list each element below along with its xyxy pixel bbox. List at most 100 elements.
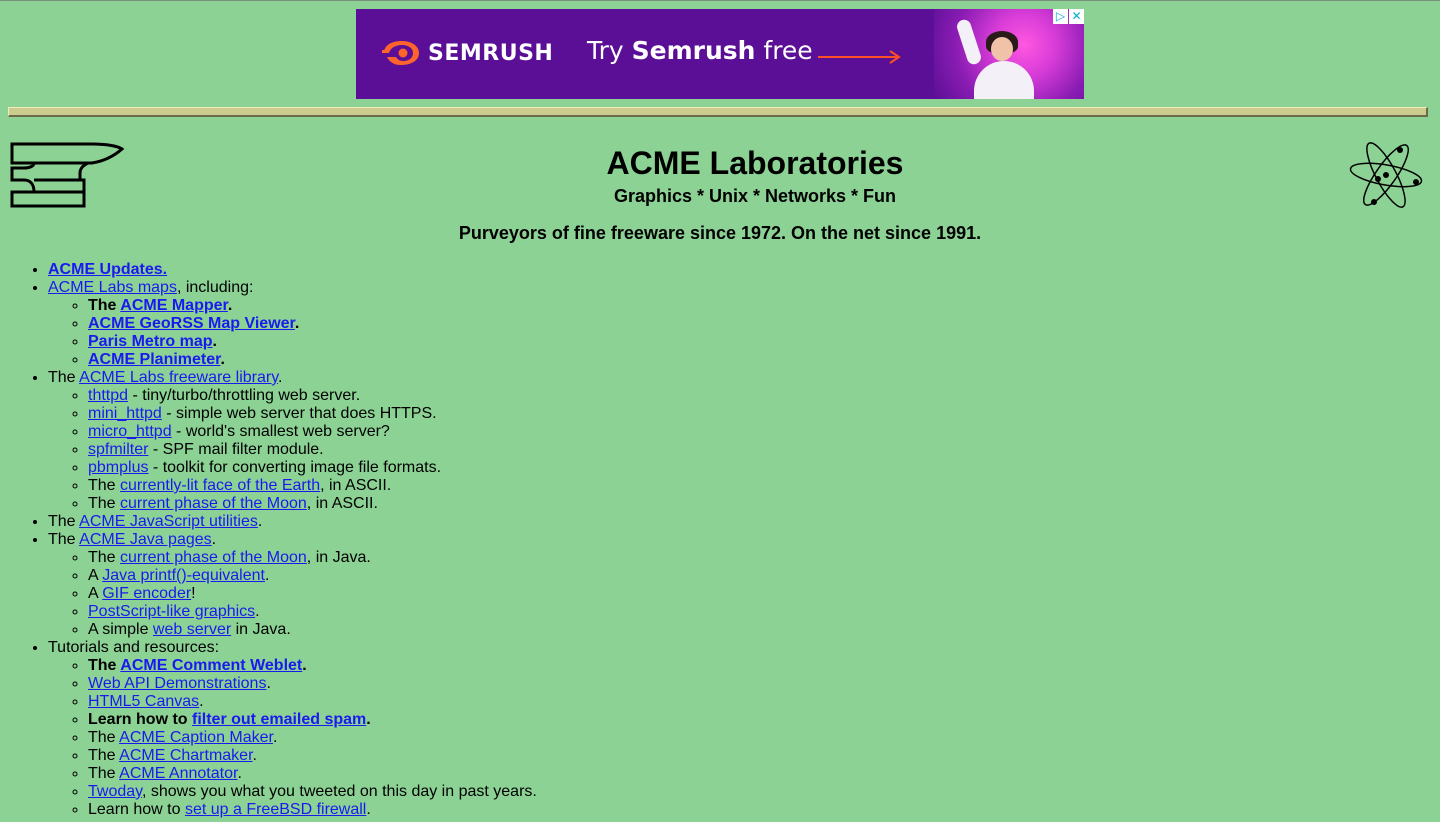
ad-cta-brand: Semrush (631, 36, 756, 65)
postscript-dot: . (255, 603, 260, 620)
gif-encoder-link[interactable]: GIF encoder (102, 585, 191, 602)
freebsd-firewall-link[interactable]: set up a FreeBSD firewall (185, 801, 366, 818)
printf-dot: . (264, 567, 270, 584)
earth-face-link[interactable]: currently-lit face of the Earth (120, 477, 320, 494)
comment-weblet-link[interactable]: ACME Comment Weblet (120, 657, 302, 674)
list-item-spfmilter: spfmilter - SPF mail filter module. (88, 441, 537, 459)
pbmplus-link[interactable]: pbmplus (88, 459, 148, 476)
list-item-planimeter: ACME Planimeter. (88, 351, 537, 369)
ad-cta-prefix: Try (587, 36, 632, 65)
spfmilter-link[interactable]: spfmilter (88, 441, 148, 458)
page-subtitle: Graphics * Unix * Networks * Fun (613, 186, 897, 206)
web-api-demos-link[interactable]: Web API Demonstrations (88, 675, 266, 692)
java-printf-link[interactable]: Java printf()-equivalent (102, 567, 265, 584)
ad-person-head (991, 37, 1013, 61)
html5-canvas-link[interactable]: HTML5 Canvas (88, 693, 199, 710)
filter-spam-link[interactable]: filter out emailed spam (192, 711, 366, 728)
twoday-suffix: , shows you what you tweeted on this day… (141, 783, 537, 800)
list-item-updates: ACME Updates. (48, 261, 537, 279)
mini-httpd-link[interactable]: mini_httpd (88, 405, 162, 422)
adchoices-icon[interactable]: ▷ (1053, 9, 1068, 24)
mapper-dot: . (227, 297, 233, 314)
webserver-suffix: in Java. (231, 621, 291, 638)
acme-mapper-link[interactable]: ACME Mapper (120, 297, 228, 314)
list-item-spam: Learn how to filter out emailed spam. (88, 711, 537, 729)
micro-httpd-link[interactable]: micro_httpd (88, 423, 172, 440)
twoday-link[interactable]: Twoday (88, 783, 142, 800)
moon-ascii-suffix: , in ASCII. (306, 495, 378, 512)
list-item-earth: The currently-lit face of the Earth, in … (88, 477, 537, 495)
list-item-java: The ACME Java pages. The current phase o… (48, 531, 537, 639)
list-item-caption: The ACME Caption Maker. (88, 729, 537, 747)
annotator-link[interactable]: ACME Annotator (119, 765, 237, 782)
ad-person-body (974, 61, 1034, 99)
list-item-twoday: Twoday, shows you what you tweeted on th… (88, 783, 537, 801)
list-item-printf: A Java printf()-equivalent. (88, 567, 537, 585)
ad-badges: ▷ ✕ (1052, 9, 1084, 24)
ad-brand-name: SEMRUSH (428, 40, 554, 66)
chartmaker-prefix: The (88, 747, 120, 764)
postscript-graphics-link[interactable]: PostScript-like graphics (88, 603, 255, 620)
maps-suffix: , including: (176, 279, 254, 296)
moon-java-suffix: , in Java. (306, 549, 371, 566)
acme-updates-link[interactable]: ACME Updates. (48, 261, 167, 278)
spam-dot: . (366, 711, 371, 728)
earth-prefix: The (88, 477, 121, 494)
acme-labs-maps-link[interactable]: ACME Labs maps (48, 279, 177, 296)
java-pages-link[interactable]: ACME Java pages (79, 531, 212, 548)
freeware-dot: . (278, 369, 283, 386)
java-web-server-link[interactable]: web server (153, 621, 231, 638)
thttpd-link[interactable]: thttpd (88, 387, 128, 404)
list-item-annotator: The ACME Annotator. (88, 765, 537, 783)
freeware-prefix: The (48, 369, 80, 386)
mapper-prefix: The (88, 297, 121, 314)
georss-dot: . (294, 315, 300, 332)
semrush-flame-icon (382, 41, 419, 65)
canvas-dot: . (199, 693, 204, 710)
javascript-utilities-link[interactable]: ACME JavaScript utilities (79, 513, 258, 530)
arrow-right-icon (818, 50, 901, 64)
georss-viewer-link[interactable]: ACME GeoRSS Map Viewer (88, 315, 295, 332)
ad-cta-suffix: free (755, 36, 813, 65)
planimeter-link[interactable]: ACME Planimeter (88, 351, 220, 368)
close-icon[interactable]: ✕ (1069, 9, 1084, 24)
list-item-micro-httpd: micro_httpd - world's smallest web serve… (88, 423, 537, 441)
annotator-prefix: The (88, 765, 120, 782)
list-item-gif: A GIF encoder! (88, 585, 537, 603)
list-item-weblet: The ACME Comment Weblet. (88, 657, 537, 675)
list-item-paris: Paris Metro map. (88, 333, 537, 351)
java-sublist: The current phase of the Moon, in Java. … (48, 549, 537, 639)
planimeter-dot: . (220, 351, 225, 368)
main-list: ACME Updates. ACME Labs maps, including:… (8, 261, 537, 819)
mini-httpd-desc: - simple web server that does HTTPS. (161, 405, 437, 422)
weblet-dot: . (302, 657, 307, 674)
printf-prefix: A (88, 567, 103, 584)
freeware-library-link[interactable]: ACME Labs freeware library (79, 369, 278, 386)
caption-maker-link[interactable]: ACME Caption Maker (119, 729, 273, 746)
list-item-pbmplus: pbmplus - toolkit for converting image f… (88, 459, 537, 477)
spam-prefix: Learn how to (88, 711, 192, 728)
maps-sublist: The ACME Mapper. ACME GeoRSS Map Viewer.… (48, 297, 537, 369)
list-item-mapper: The ACME Mapper. (88, 297, 537, 315)
thttpd-desc: - tiny/turbo/throttling web server. (128, 387, 361, 404)
freeware-sublist: thttpd - tiny/turbo/throttling web serve… (48, 387, 537, 513)
chartmaker-link[interactable]: ACME Chartmaker (119, 747, 252, 764)
horizontal-rule (8, 107, 1428, 117)
top-border (0, 0, 1440, 1)
earth-suffix: , in ASCII. (320, 477, 392, 494)
moon-phase-java-link[interactable]: current phase of the Moon (120, 549, 307, 566)
paris-metro-link[interactable]: Paris Metro map (88, 333, 212, 350)
micro-httpd-desc: - world's smallest web server? (171, 423, 390, 440)
semrush-logo: SEMRUSH (382, 40, 553, 66)
list-item-chartmaker: The ACME Chartmaker. (88, 747, 537, 765)
semrush-ad-banner[interactable]: SEMRUSH Try Semrush free ▷ ✕ (356, 9, 1084, 99)
java-prefix: The (48, 531, 80, 548)
page-title: ACME Laboratories (606, 145, 904, 181)
list-item-freeware: The ACME Labs freeware library. thttpd -… (48, 369, 537, 513)
list-item-tutorials: Tutorials and resources: The ACME Commen… (48, 639, 537, 819)
moon-phase-ascii-link[interactable]: current phase of the Moon (120, 495, 307, 512)
list-item-webapi: Web API Demonstrations. (88, 675, 537, 693)
gif-suffix: ! (191, 585, 196, 602)
list-item-webserver: A simple web server in Java. (88, 621, 537, 639)
list-item-moon-java: The current phase of the Moon, in Java. (88, 549, 537, 567)
